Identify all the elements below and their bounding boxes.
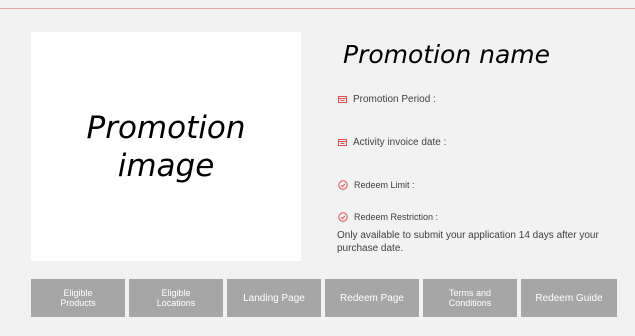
top-divider (0, 8, 635, 9)
button-label: Eligible Locations (156, 288, 196, 308)
promotion-period-label: Promotion Period : (353, 94, 436, 105)
button-label: Landing Page (243, 292, 305, 304)
calendar-icon (338, 96, 347, 103)
activity-invoice-label: Activity invoice date : (353, 137, 447, 148)
button-label: Redeem Page (340, 292, 404, 304)
promotion-image-placeholder: Promotion image (86, 109, 246, 184)
redeem-page-button[interactable]: Redeem Page (325, 279, 419, 317)
button-label: Redeem Guide (535, 292, 603, 304)
calendar-icon (338, 139, 347, 146)
button-label: Eligible Products (60, 288, 96, 308)
promotion-image: Promotion image (31, 32, 301, 261)
redeem-limit-label: Redeem Limit : (354, 180, 415, 190)
promotion-name: Promotion name (343, 40, 551, 69)
activity-invoice-row: Activity invoice date : (338, 137, 446, 148)
eligible-locations-button[interactable]: Eligible Locations (129, 279, 223, 317)
redeem-guide-button[interactable]: Redeem Guide (521, 279, 617, 317)
landing-page-button[interactable]: Landing Page (227, 279, 321, 317)
check-circle-icon (338, 180, 348, 190)
redeem-restriction-row: Redeem Restriction : (338, 212, 438, 222)
promotion-period-row: Promotion Period : (338, 94, 436, 105)
check-circle-icon (338, 212, 348, 222)
redeem-restriction-label: Redeem Restriction : (354, 212, 439, 222)
redeem-limit-row: Redeem Limit : (338, 180, 415, 190)
button-label: Terms and Conditions (448, 288, 492, 308)
eligible-products-button[interactable]: Eligible Products (31, 279, 125, 317)
redeem-restriction-note: Only available to submit your applicatio… (337, 230, 599, 254)
action-button-row: Eligible Products Eligible Locations Lan… (31, 279, 617, 317)
terms-and-conditions-button[interactable]: Terms and Conditions (423, 279, 517, 317)
